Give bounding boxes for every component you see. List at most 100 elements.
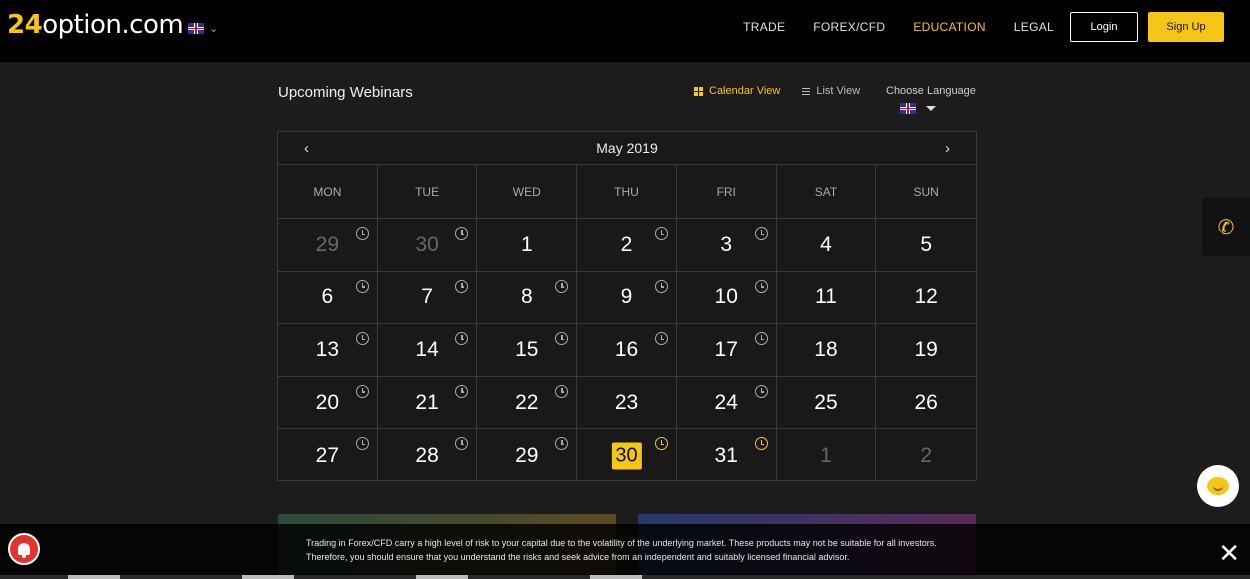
calendar-day[interactable]: 14	[378, 324, 478, 376]
choose-language[interactable]: Choose Language	[886, 85, 976, 114]
language-dropdown[interactable]	[900, 103, 976, 114]
calendar-day[interactable]: 20	[278, 376, 378, 429]
nav-item-legal[interactable]: LEGAL	[1014, 20, 1054, 34]
calendar-day[interactable]: 23	[577, 376, 677, 429]
calendar-week-row: 27 28 29 30 31 1 2	[278, 429, 976, 482]
day-number: 9	[620, 285, 633, 309]
calendar-day[interactable]: 8	[477, 271, 578, 324]
clock-icon[interactable]	[754, 332, 768, 346]
clock-icon[interactable]	[455, 279, 469, 293]
calendar-day[interactable]: 29	[278, 219, 378, 271]
clock-icon[interactable]	[355, 437, 369, 451]
notification-bell-button[interactable]	[8, 533, 40, 565]
clock-icon[interactable]	[455, 332, 469, 346]
clock-icon[interactable]	[555, 332, 569, 346]
clock-icon[interactable]	[654, 227, 668, 240]
clock-icon[interactable]	[555, 279, 569, 293]
calendar-day[interactable]: 6	[278, 271, 378, 324]
calendar-day[interactable]: 5	[876, 219, 976, 271]
clock-icon[interactable]	[654, 437, 668, 451]
weekday-label: WED	[477, 165, 578, 218]
weekday-label: FRI	[677, 165, 777, 218]
calendar-day[interactable]: 29	[477, 429, 578, 482]
day-number: 1	[520, 232, 533, 256]
clock-icon[interactable]	[355, 332, 369, 346]
calendar-day[interactable]: 9	[577, 271, 677, 324]
day-number: 26	[914, 390, 938, 414]
chat-widget-button[interactable]	[1197, 465, 1239, 507]
calendar-day[interactable]: 31	[677, 429, 777, 482]
calendar-day-today[interactable]: 30	[577, 429, 677, 482]
clock-icon[interactable]	[455, 384, 469, 398]
calendar-day[interactable]: 13	[278, 324, 378, 376]
next-month-button[interactable]: ›	[945, 140, 950, 157]
calendar-day[interactable]: 15	[477, 324, 578, 376]
login-button[interactable]: Login	[1070, 12, 1138, 42]
clock-icon[interactable]	[455, 437, 469, 451]
day-number: 28	[415, 443, 439, 467]
calendar-grid: 29 30 1 2 3 4 5 6 7 8 9 10 11 12 13 14 15 16 17 18 19 20 21 22 2…	[278, 219, 976, 482]
calendar-day[interactable]: 1	[777, 429, 877, 482]
calendar-day[interactable]: 3	[677, 219, 777, 271]
day-number: 18	[814, 337, 838, 361]
clock-icon[interactable]	[355, 384, 369, 398]
calendar-view-button[interactable]: Calendar View	[694, 85, 780, 97]
clock-icon[interactable]	[754, 437, 768, 451]
day-number: 20	[315, 390, 340, 414]
calendar-day[interactable]: 26	[876, 377, 976, 429]
nav-item-education[interactable]: EDUCATION	[913, 20, 985, 34]
clock-icon[interactable]	[555, 437, 569, 451]
main-nav: TRADE FOREX/CFD EDUCATION LEGAL Login Si…	[743, 12, 1224, 42]
day-number: 16	[614, 337, 639, 361]
day-number: 30	[415, 232, 439, 256]
clock-icon[interactable]	[754, 227, 768, 240]
list-view-button[interactable]: List View	[802, 85, 860, 97]
day-number: 2	[620, 232, 633, 256]
calendar-day[interactable]: 19	[876, 324, 976, 376]
calendar-day[interactable]: 12	[876, 272, 976, 324]
clock-icon[interactable]	[355, 227, 369, 240]
risk-warning-text: Trading in Forex/CFD carry a high level …	[306, 538, 937, 562]
top-navigation-bar: 24option.com ⌄ TRADE FOREX/CFD EDUCATION…	[0, 0, 1250, 62]
clock-icon[interactable]	[654, 279, 668, 293]
day-number: 5	[920, 232, 933, 256]
nav-item-forex-cfd[interactable]: FOREX/CFD	[813, 20, 885, 34]
calendar-day[interactable]: 4	[777, 219, 877, 271]
calendar-day[interactable]: 10	[677, 271, 777, 324]
calendar-day[interactable]: 18	[777, 324, 877, 376]
clock-icon[interactable]	[754, 384, 768, 398]
calendar-day[interactable]: 25	[777, 376, 877, 429]
clock-icon[interactable]	[455, 227, 469, 240]
weekday-label: SAT	[777, 165, 877, 218]
nav-item-trade[interactable]: TRADE	[743, 20, 785, 34]
day-number: 13	[315, 337, 340, 361]
calendar-day[interactable]: 16	[577, 324, 677, 376]
close-icon[interactable]: ✕	[1218, 540, 1240, 566]
calendar-day[interactable]: 24	[677, 376, 777, 429]
clock-icon[interactable]	[654, 332, 668, 346]
calendar-day[interactable]: 2	[876, 429, 976, 482]
clock-icon[interactable]	[555, 384, 569, 398]
day-number: 11	[815, 285, 837, 309]
calendar-day[interactable]: 30	[378, 219, 478, 271]
calendar-day[interactable]: 22	[477, 376, 578, 429]
phone-icon[interactable]: ✆	[1202, 198, 1250, 256]
calendar-day[interactable]: 27	[278, 429, 378, 482]
calendar-day[interactable]: 11	[777, 271, 877, 324]
calendar-day[interactable]: 2	[577, 219, 677, 271]
prev-month-button[interactable]: ‹	[304, 140, 309, 157]
day-number: 2	[920, 443, 933, 467]
calendar-day[interactable]: 21	[378, 376, 478, 429]
clock-icon[interactable]	[355, 279, 369, 293]
language-selector[interactable]: ⌄	[188, 22, 218, 35]
bottom-scroll-strip	[0, 575, 1250, 579]
calendar-day[interactable]: 17	[677, 324, 777, 376]
clock-icon[interactable]	[754, 279, 768, 293]
grid-icon	[694, 86, 703, 96]
calendar-day[interactable]: 1	[477, 219, 578, 271]
calendar-day[interactable]: 7	[378, 271, 478, 324]
site-logo[interactable]: 24option.com	[7, 10, 184, 40]
risk-warning-banner: Trading in Forex/CFD carry a high level …	[0, 524, 1250, 579]
calendar-day[interactable]: 28	[378, 429, 478, 482]
signup-button[interactable]: Sign Up	[1148, 12, 1224, 42]
